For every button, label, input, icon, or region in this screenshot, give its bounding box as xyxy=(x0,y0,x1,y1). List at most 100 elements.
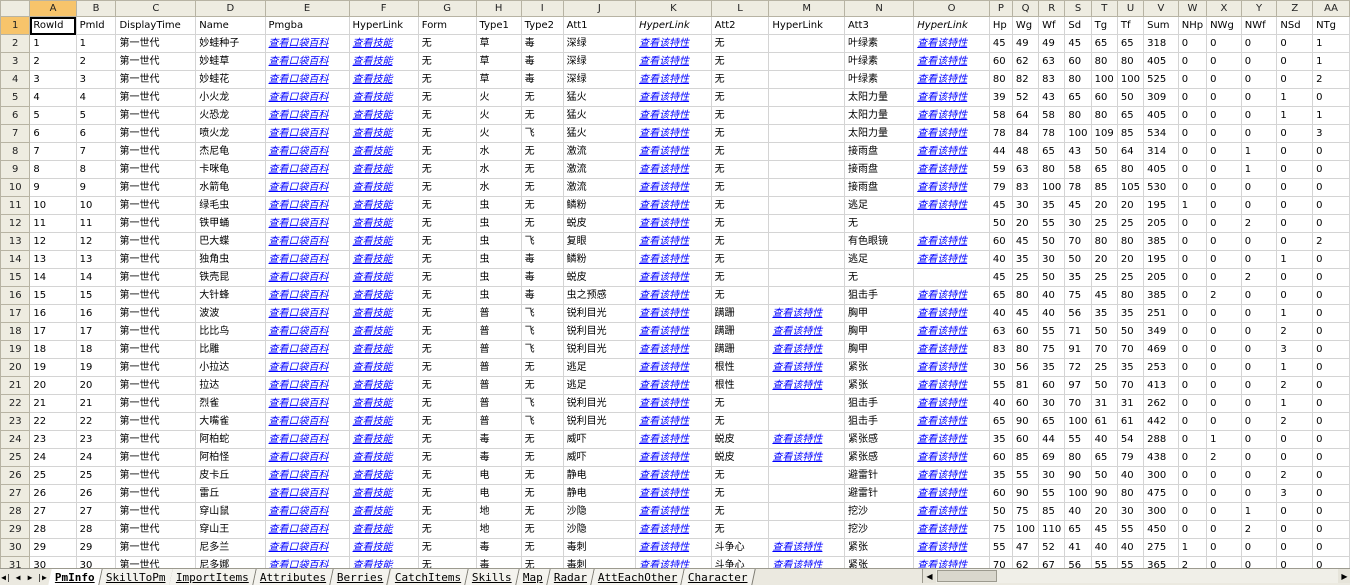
cell[interactable]: 无 xyxy=(520,376,564,395)
cell[interactable]: 78 xyxy=(988,124,1013,143)
cell[interactable]: 蜕皮 xyxy=(562,268,637,287)
cell[interactable]: 第一世代 xyxy=(115,196,197,215)
hyperlink-cell[interactable]: 查看该特性 xyxy=(913,358,990,377)
hyperlink-cell[interactable]: 查看技能 xyxy=(348,106,419,125)
cell[interactable]: 无 xyxy=(710,232,770,251)
cell[interactable]: 避雷针 xyxy=(843,484,915,503)
tab-berries[interactable]: Berries xyxy=(330,569,392,585)
cell[interactable]: 太阳力量 xyxy=(843,88,915,107)
cell[interactable]: 0 xyxy=(1276,178,1314,197)
cell[interactable]: 锐利目光 xyxy=(562,304,637,323)
cell[interactable]: 8 xyxy=(75,160,117,179)
hyperlink-cell[interactable]: 查看口袋百科 xyxy=(264,520,350,539)
cell[interactable]: 0 xyxy=(1276,160,1314,179)
cell[interactable]: 14 xyxy=(75,268,117,287)
cell[interactable]: 深绿 xyxy=(562,52,637,71)
cell[interactable]: 1 xyxy=(1312,52,1350,71)
cell[interactable]: 绿毛虫 xyxy=(195,196,266,215)
cell[interactable]: 100 xyxy=(1064,412,1092,431)
cell[interactable]: 251 xyxy=(1143,304,1179,323)
cell[interactable]: 紧张感 xyxy=(843,448,915,467)
header-cell[interactable]: Att3 xyxy=(843,16,915,35)
cell[interactable]: 0 xyxy=(1312,484,1350,503)
cell[interactable]: 4 xyxy=(29,88,77,107)
cell[interactable]: 0 xyxy=(1240,178,1278,197)
cell[interactable] xyxy=(768,52,845,71)
cell[interactable]: 413 xyxy=(1143,376,1179,395)
cell[interactable]: 毒 xyxy=(475,538,522,557)
cell[interactable]: 45 xyxy=(1011,304,1040,323)
hyperlink-cell[interactable]: 查看该特性 xyxy=(913,484,990,503)
row-number[interactable]: 2 xyxy=(0,34,31,53)
hyperlink-cell[interactable]: 查看口袋百科 xyxy=(264,250,350,269)
cell[interactable]: 飞 xyxy=(520,394,564,413)
header-cell[interactable]: Att1 xyxy=(562,16,637,35)
cell[interactable]: 无 xyxy=(710,124,770,143)
column-header-o[interactable]: O xyxy=(913,0,990,17)
cell[interactable]: 81 xyxy=(1011,376,1040,395)
cell[interactable]: 15 xyxy=(29,286,77,305)
cell[interactable]: 3 xyxy=(1276,340,1314,359)
tab-skills[interactable]: Skills xyxy=(465,569,520,585)
cell[interactable]: 0 xyxy=(1240,34,1278,53)
scroll-right-icon[interactable]: ▶ xyxy=(1338,569,1350,583)
cell[interactable]: 狙击手 xyxy=(843,412,915,431)
cell[interactable]: 72 xyxy=(1064,358,1092,377)
cell[interactable]: 接雨盘 xyxy=(843,178,915,197)
column-header-e[interactable]: E xyxy=(264,0,350,17)
column-header-g[interactable]: G xyxy=(417,0,477,17)
cell[interactable]: 63 xyxy=(988,322,1013,341)
cell[interactable]: 10 xyxy=(29,196,77,215)
cell[interactable]: 第一世代 xyxy=(115,214,197,233)
cell[interactable]: 0 xyxy=(1240,106,1278,125)
hyperlink-cell[interactable]: 查看该特性 xyxy=(913,448,990,467)
hyperlink-cell[interactable]: 查看该特性 xyxy=(635,160,712,179)
cell[interactable]: 0 xyxy=(1177,232,1208,251)
hyperlink-cell[interactable]: 查看该特性 xyxy=(913,322,990,341)
cell[interactable]: 无 xyxy=(417,178,477,197)
cell[interactable]: 太阳力量 xyxy=(843,124,915,143)
cell[interactable]: 烈雀 xyxy=(195,394,266,413)
cell[interactable]: 0 xyxy=(1276,538,1314,557)
hyperlink-cell[interactable]: 查看口袋百科 xyxy=(264,430,350,449)
cell[interactable]: 无 xyxy=(417,214,477,233)
cell[interactable]: 50 xyxy=(1090,466,1118,485)
cell[interactable] xyxy=(768,394,845,413)
cell[interactable]: 65 xyxy=(988,412,1013,431)
cell[interactable]: 0 xyxy=(1240,322,1278,341)
cell[interactable]: 0 xyxy=(1240,358,1278,377)
cell[interactable]: 100 xyxy=(1011,520,1040,539)
hyperlink-cell[interactable]: 查看口袋百科 xyxy=(264,196,350,215)
tab-pminfo[interactable]: PmInfo xyxy=(48,569,103,585)
hyperlink-cell[interactable]: 查看技能 xyxy=(348,430,419,449)
cell[interactable]: 0 xyxy=(1276,502,1314,521)
cell[interactable] xyxy=(768,34,845,53)
hyperlink-cell[interactable]: 查看该特性 xyxy=(635,142,712,161)
hyperlink-cell[interactable]: 查看该特性 xyxy=(635,304,712,323)
cell[interactable]: 80 xyxy=(1064,70,1092,89)
cell[interactable]: 毒 xyxy=(520,34,564,53)
cell[interactable]: 40 xyxy=(1038,286,1066,305)
column-header-k[interactable]: K xyxy=(635,0,712,17)
cell[interactable]: 70 xyxy=(1090,340,1118,359)
cell[interactable]: 无 xyxy=(417,160,477,179)
cell[interactable] xyxy=(768,178,845,197)
cell[interactable]: 逃足 xyxy=(562,358,637,377)
cell[interactable]: 0 xyxy=(1240,232,1278,251)
cell[interactable]: 20 xyxy=(1011,214,1040,233)
cell[interactable]: 100 xyxy=(1064,484,1092,503)
cell[interactable]: 17 xyxy=(75,322,117,341)
cell[interactable]: 第一世代 xyxy=(115,448,197,467)
cell[interactable] xyxy=(768,286,845,305)
cell[interactable]: 61 xyxy=(1090,412,1118,431)
cell[interactable]: 飞 xyxy=(520,232,564,251)
cell[interactable]: 30 xyxy=(1038,250,1066,269)
hyperlink-cell[interactable]: 查看该特性 xyxy=(768,304,845,323)
cell[interactable]: 无 xyxy=(520,178,564,197)
cell[interactable]: 毒 xyxy=(520,286,564,305)
cell[interactable]: 0 xyxy=(1312,196,1350,215)
cell[interactable]: 火 xyxy=(475,106,522,125)
cell[interactable]: 300 xyxy=(1143,466,1179,485)
cell[interactable]: 无 xyxy=(710,178,770,197)
cell[interactable]: 59 xyxy=(988,160,1013,179)
